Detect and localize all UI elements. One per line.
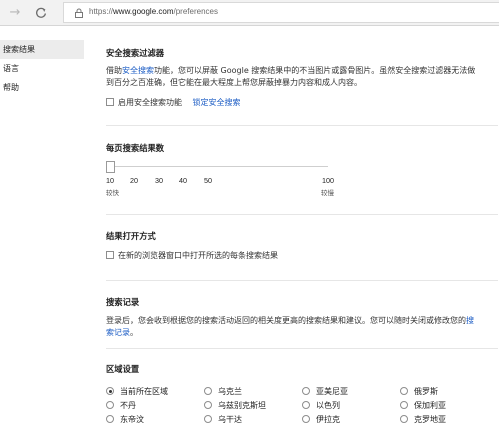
safesearch-description: 借助安全搜索功能，您可以屏蔽 Google 搜索结果中的不当图片或露骨图片。虽然… — [106, 66, 476, 87]
lock-icon — [75, 8, 83, 18]
sidebar-item-help[interactable]: 帮助 — [0, 78, 84, 97]
region-option[interactable]: 乌干达 — [204, 414, 242, 425]
tick-label: 20 — [130, 176, 138, 185]
browser-toolbar: → https://www.google.com/preferences — [0, 0, 499, 26]
region-option[interactable]: 克罗地亚 — [400, 414, 446, 425]
search-history-link[interactable]: 搜 — [466, 316, 474, 325]
radio-button[interactable] — [400, 401, 408, 409]
faster-label: 较快 — [106, 189, 119, 197]
region-option[interactable]: 乌克兰 — [204, 386, 242, 397]
safesearch-checkbox-label[interactable]: 启用安全搜索功能 — [118, 98, 182, 107]
region-option[interactable]: 乌兹别克斯坦 — [204, 400, 266, 411]
region-option[interactable]: 当前所在区域 — [106, 386, 168, 397]
slider-track[interactable] — [106, 166, 328, 167]
radio-button[interactable] — [204, 387, 212, 395]
radio-button[interactable] — [106, 401, 114, 409]
divider — [106, 280, 498, 281]
search-history-title: 搜索记录 — [106, 297, 140, 307]
tick-label: 100 — [322, 176, 334, 185]
search-history-description: 登录后，您会收到根据您的搜索活动返回的相关度更高的搜索结果和建议。您可以随时关闭… — [106, 316, 474, 337]
radio-button[interactable] — [302, 387, 310, 395]
region-option[interactable]: 不丹 — [106, 400, 136, 411]
region-option[interactable]: 东帝汶 — [106, 414, 144, 425]
safesearch-checkbox[interactable] — [106, 98, 114, 106]
region-settings-title: 区域设置 — [106, 364, 140, 374]
sidebar-item-language[interactable]: 语言 — [0, 59, 84, 78]
radio-button[interactable] — [106, 387, 114, 395]
safesearch-link[interactable]: 安全搜索 — [122, 66, 154, 75]
region-option[interactable]: 保加利亚 — [400, 400, 446, 411]
region-option[interactable]: 亚美尼亚 — [302, 386, 348, 397]
radio-button[interactable] — [204, 401, 212, 409]
radio-button[interactable] — [106, 415, 114, 423]
divider — [106, 125, 498, 126]
slider-thumb[interactable] — [106, 161, 115, 173]
sidebar-item-search-results[interactable]: 搜索结果 — [0, 40, 84, 59]
back-arrow-icon[interactable]: → — [6, 4, 24, 22]
url-text: https://www.google.com/preferences — [89, 7, 218, 16]
region-option[interactable]: 俄罗斯 — [400, 386, 438, 397]
tick-label: 10 — [106, 176, 114, 185]
radio-button[interactable] — [204, 415, 212, 423]
tick-label: 40 — [179, 176, 187, 185]
safesearch-title: 安全搜索过滤器 — [106, 48, 165, 58]
tick-label: 50 — [204, 176, 212, 185]
divider — [106, 348, 498, 349]
radio-button[interactable] — [400, 415, 408, 423]
results-per-page-title: 每页搜索结果数 — [106, 143, 165, 153]
address-bar[interactable]: https://www.google.com/preferences — [63, 2, 499, 23]
radio-button[interactable] — [400, 387, 408, 395]
slower-label: 较慢 — [321, 189, 334, 197]
sidebar: 搜索结果 语言 帮助 — [0, 40, 84, 97]
radio-button[interactable] — [302, 415, 310, 423]
new-window-checkbox[interactable] — [106, 251, 114, 259]
region-option[interactable]: 以色列 — [302, 400, 340, 411]
reload-icon[interactable] — [32, 4, 50, 22]
region-option[interactable]: 伊拉克 — [302, 414, 340, 425]
new-window-checkbox-label[interactable]: 在新的浏览器窗口中打开所选的每条搜索结果 — [118, 251, 278, 260]
tick-label: 30 — [155, 176, 163, 185]
lock-safesearch-link[interactable]: 锁定安全搜索 — [193, 98, 241, 107]
open-results-title: 结果打开方式 — [106, 231, 156, 241]
radio-button[interactable] — [302, 401, 310, 409]
divider — [106, 214, 498, 215]
search-history-link[interactable]: 索记录 — [106, 328, 130, 337]
